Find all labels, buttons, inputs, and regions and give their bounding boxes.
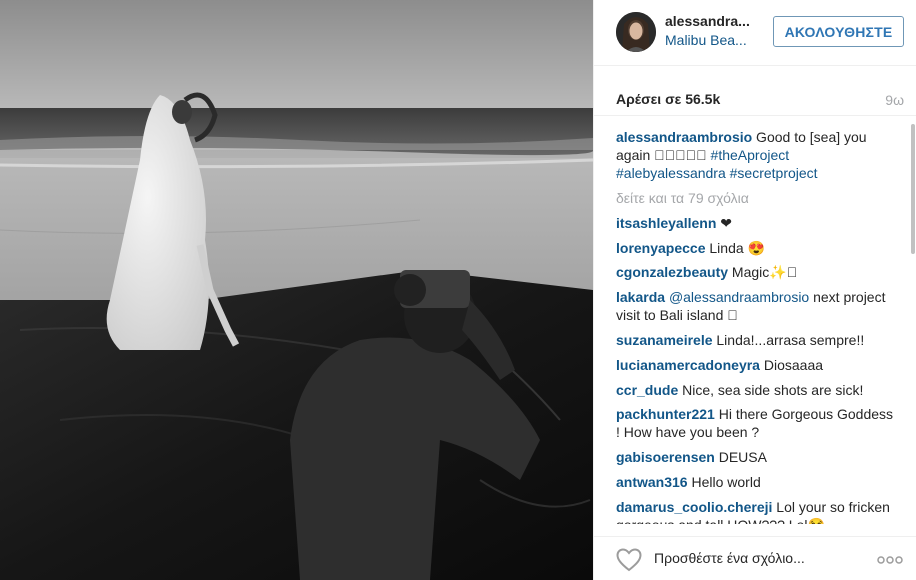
comment-username[interactable]: ccr_dude	[616, 382, 678, 398]
comment-text: Linda!...arrasa sempre!!	[712, 331, 865, 348]
comment-username[interactable]: suzanameirele	[616, 332, 713, 348]
beach-photoshoot-image	[0, 0, 593, 580]
hashtag-link[interactable]: #theAproject	[711, 147, 790, 163]
comment-username[interactable]: damarus_coolio.chereji	[616, 499, 772, 515]
hashtag-link[interactable]: #alebyalessandra	[616, 165, 726, 181]
scrollbar-thumb[interactable]	[911, 124, 915, 254]
hashtag-link[interactable]: #secretproject	[730, 165, 818, 181]
instagram-post-view: alessandra... Malibu Bea... ΑΚΟΛΟΥΘΗΣΤΕ …	[0, 0, 916, 580]
comment-item: damarus_coolio.chereji Lol your so frick…	[616, 498, 898, 524]
comment-username[interactable]: cgonzalezbeauty	[616, 264, 728, 280]
comment-item: lorenyapecce Linda 😍	[616, 239, 898, 257]
comment-text: Magic✨󾓦	[728, 264, 798, 281]
post-footer	[594, 536, 916, 580]
post-side-panel: alessandra... Malibu Bea... ΑΚΟΛΟΥΘΗΣΤΕ …	[593, 0, 916, 580]
comment-text: ❤	[716, 214, 733, 231]
comment-text: Linda 😍	[705, 239, 765, 256]
follow-button[interactable]: ΑΚΟΛΟΥΘΗΣΤΕ	[773, 16, 904, 47]
comment-text: Hello world	[687, 473, 761, 490]
avatar-image	[616, 12, 656, 52]
comment-text: DEUSA	[714, 449, 767, 466]
comment-item: ccr_dude Nice, sea side shots are sick!	[616, 381, 898, 399]
comment-username[interactable]: itsashleyallenn	[616, 215, 716, 231]
username-link[interactable]: alessandra...	[665, 13, 760, 29]
comment-text: Diosaaaa	[759, 356, 824, 373]
comment-item: suzanameirele Linda!...arrasa sempre!!	[616, 331, 898, 349]
add-comment-input[interactable]	[654, 550, 834, 566]
avatar[interactable]	[616, 12, 656, 52]
caption-username[interactable]: alessandraambrosio	[616, 129, 752, 145]
comment-username[interactable]: lakarda	[616, 289, 665, 305]
comment-text: Nice, sea side shots are sick!	[678, 381, 864, 398]
comment-username[interactable]: lorenyapecce	[616, 240, 706, 256]
comment-username[interactable]: antwan316	[616, 474, 688, 490]
comments-scrollbar[interactable]	[910, 116, 916, 524]
view-all-comments-link[interactable]: δείτε και τα 79 σχόλια	[616, 189, 898, 207]
comment-item: lucianamercadoneyra Diosaaaa	[616, 356, 898, 374]
comment-item: gabisoerensen DEUSA	[616, 448, 898, 466]
likes-count[interactable]: Αρέσει σε 56.5k	[616, 91, 720, 107]
post-stats: Αρέσει σε 56.5k 9ω	[594, 66, 916, 116]
location-link[interactable]: Malibu Bea...	[665, 32, 760, 48]
more-dots-icon[interactable]	[877, 556, 903, 564]
comment-item: lakarda @alessandraambrosio next project…	[616, 288, 898, 324]
heart-outline-icon[interactable]	[616, 548, 642, 572]
comments-list[interactable]: alessandraambrosio Good to [sea] you aga…	[594, 116, 910, 524]
post-time[interactable]: 9ω	[885, 92, 904, 108]
comment-item: cgonzalezbeauty Magic✨󾓦	[616, 263, 898, 281]
comment-username[interactable]: gabisoerensen	[616, 449, 715, 465]
mention-link[interactable]: @alessandraambrosio	[669, 289, 809, 305]
comment-username[interactable]: packhunter221	[616, 406, 715, 422]
post-header: alessandra... Malibu Bea... ΑΚΟΛΟΥΘΗΣΤΕ	[594, 0, 916, 66]
comment-item: packhunter221 Hi there Gorgeous Goddess …	[616, 405, 898, 441]
comment-item: itsashleyallenn ❤	[616, 214, 898, 232]
post-photo[interactable]	[0, 0, 593, 580]
comment-item: antwan316 Hello world	[616, 473, 898, 491]
caption: alessandraambrosio Good to [sea] you aga…	[616, 128, 898, 182]
comment-username[interactable]: lucianamercadoneyra	[616, 357, 760, 373]
